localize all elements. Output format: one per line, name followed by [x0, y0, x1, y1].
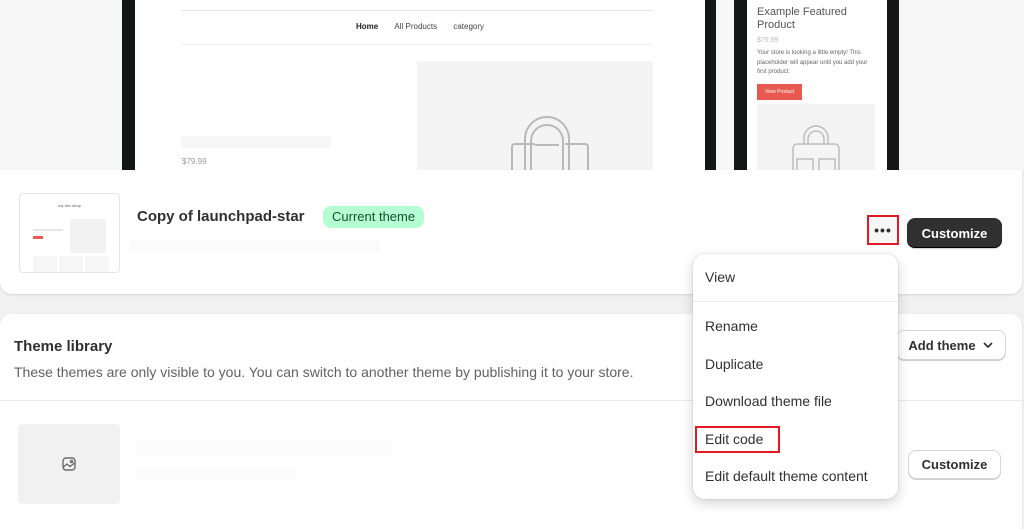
- thumbnail-block: [59, 256, 83, 272]
- thumbnail-block: [85, 256, 109, 272]
- nav-all-products: All Products: [394, 22, 438, 31]
- ellipsis-icon: •••: [874, 222, 892, 238]
- product-title: Example Featured Product: [757, 6, 847, 31]
- thumbnail-store-name: my dev shop: [58, 203, 81, 208]
- theme-library-title: Theme library: [14, 338, 113, 355]
- desktop-preview-screen: Home All Products category $79.99: [135, 0, 705, 170]
- library-theme-meta: [137, 469, 297, 479]
- current-theme-thumbnail[interactable]: my dev shop: [19, 193, 120, 273]
- image-icon: [62, 457, 76, 471]
- current-theme-name: Copy of launchpad-star: [137, 208, 305, 225]
- library-theme-thumbnail[interactable]: [18, 424, 120, 504]
- menu-item-download-theme-file[interactable]: Download theme file: [705, 393, 832, 409]
- product-image-placeholder: [757, 103, 875, 170]
- view-product-button: View Product: [757, 83, 803, 100]
- backpack-icon: [792, 124, 840, 170]
- add-theme-label: Add theme: [908, 337, 976, 353]
- divider: [181, 44, 653, 45]
- chevron-down-icon: [983, 342, 993, 349]
- theme-meta-text: [130, 241, 380, 251]
- menu-item-duplicate[interactable]: Duplicate: [705, 356, 763, 372]
- theme-actions-menu: View Rename Duplicate Download theme fil…: [693, 254, 898, 499]
- shopping-bag-icon: [511, 116, 589, 170]
- product-title-placeholder: [181, 136, 331, 148]
- menu-item-view[interactable]: View: [705, 269, 735, 285]
- thumbnail-text: [33, 229, 63, 231]
- desktop-preview-frame: Home All Products category $79.99: [122, 0, 716, 170]
- current-theme-badge: Current theme: [323, 206, 425, 228]
- thumbnail-block: [33, 256, 57, 272]
- product-price: $79.99: [757, 37, 779, 44]
- theme-preview: Home All Products category $79.99 Exampl…: [0, 0, 1024, 170]
- nav-home: Home: [355, 22, 379, 31]
- product-description: Your store is looking a little empty! Th…: [757, 50, 868, 75]
- menu-item-edit-default-theme-content[interactable]: Edit default theme content: [705, 468, 868, 484]
- nav-category: category: [453, 22, 485, 31]
- menu-divider: [693, 301, 898, 302]
- product-image-placeholder: [417, 61, 653, 170]
- add-theme-button[interactable]: Add theme: [896, 330, 1006, 360]
- thumbnail-image: [70, 219, 106, 253]
- library-theme-name: [137, 441, 392, 455]
- customize-current-theme-button[interactable]: Customize: [907, 218, 1002, 248]
- product-price: $79.99: [182, 157, 207, 166]
- mobile-preview-screen: Example Featured Product $79.99 Your sto…: [747, 0, 887, 170]
- theme-library-description: These themes are only visible to you. Yo…: [14, 364, 634, 380]
- edit-code-highlight: [695, 426, 780, 453]
- more-actions-button[interactable]: •••: [867, 215, 899, 245]
- divider: [181, 10, 653, 11]
- menu-item-rename[interactable]: Rename: [705, 318, 758, 334]
- mobile-preview-frame: Example Featured Product $79.99 Your sto…: [734, 0, 899, 170]
- store-nav: Home All Products category: [135, 22, 705, 31]
- themes-page: Home All Products category $79.99 Exampl…: [0, 0, 1024, 529]
- thumbnail-button: [33, 236, 43, 239]
- customize-library-theme-button[interactable]: Customize: [908, 450, 1001, 479]
